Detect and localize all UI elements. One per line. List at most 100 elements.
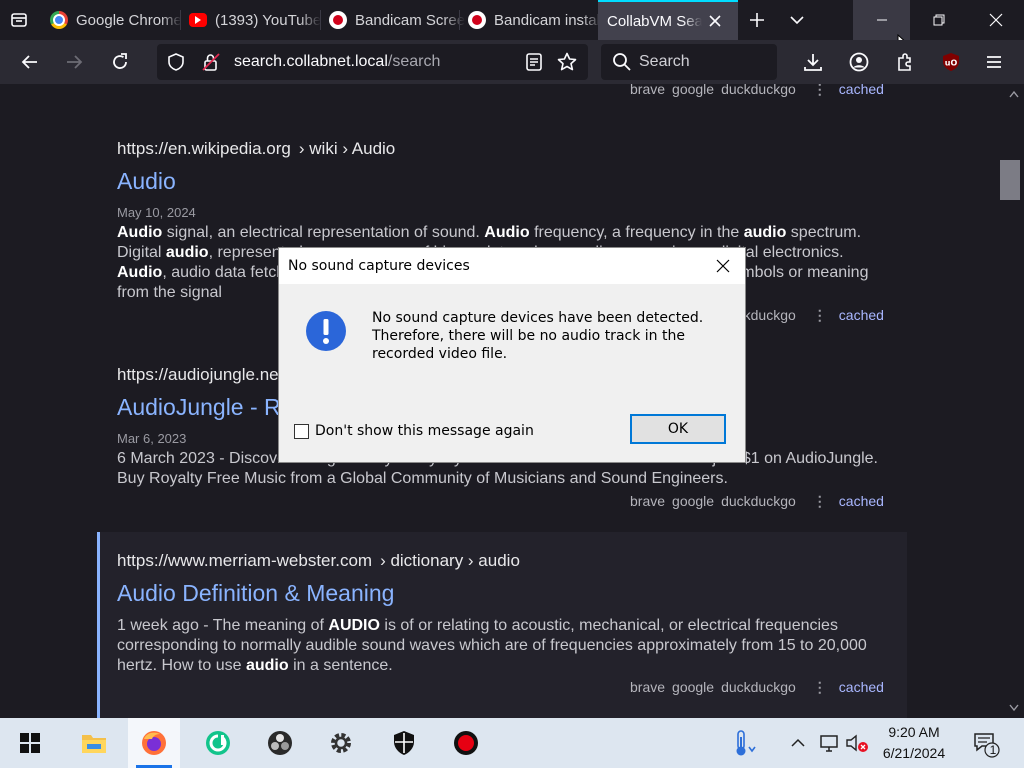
svg-text:uO: uO [945,59,958,68]
windows-taskbar: 9:20 AM 6/21/2024 1 [0,718,1024,768]
youtube-icon [189,13,207,27]
close-icon [989,13,1002,27]
source-google-link[interactable]: google [672,679,714,695]
search-bar[interactable]: Search [601,44,777,80]
chrome-icon [50,11,68,29]
result-url[interactable]: https://www.merriam-webster.com › diction… [117,551,897,571]
navigation-toolbar: search.collabnet.local/search Search uO [0,40,1024,84]
reader-view-icon[interactable] [524,52,544,77]
source-duckduckgo-link[interactable]: duckduckgo [721,679,796,695]
source-brave-link[interactable]: brave [630,679,665,695]
more-options-icon[interactable]: ⋮ [813,679,827,695]
cached-link[interactable]: cached [839,493,884,509]
source-duckduckgo-link[interactable]: duckduckgo [721,493,796,509]
result-title-link[interactable]: Audio [117,168,897,195]
info-exclamation-icon [306,311,346,351]
insecure-lock-icon[interactable] [201,52,221,77]
source-brave-link[interactable]: brave [630,493,665,509]
downloads-icon[interactable] [799,48,827,76]
dont-show-again-checkbox[interactable]: Don't show this message again [294,423,534,439]
firefox-icon [142,731,166,755]
tab-strip: Google Chrome (1393) YouTube Bandicam Sc… [0,0,1024,54]
result-source-links: brave google duckduckgo ⋮ cached [630,84,891,98]
source-google-link[interactable]: google [672,84,714,97]
search-icon [612,52,632,77]
result-source-links: brave google duckduckgo ⋮ cached [630,493,891,510]
taskbar-bandicam[interactable] [440,718,492,768]
more-options-icon[interactable]: ⋮ [813,84,827,97]
checkbox-label: Don't show this message again [315,423,534,439]
notification-count: 1 [989,743,997,757]
tab-youtube[interactable]: (1393) YouTube [181,0,325,40]
file-explorer-icon [82,735,106,753]
address-bar[interactable]: search.collabnet.local/search [157,44,588,80]
taskbar-obs[interactable] [254,718,306,768]
extensions-icon[interactable] [891,48,919,76]
source-google-link[interactable]: google [672,493,714,509]
obs-icon [268,731,292,755]
taskbar-app-d[interactable] [192,718,244,768]
cached-link[interactable]: cached [839,307,884,323]
checkbox-box[interactable] [294,423,309,439]
tab-google-chrome[interactable]: Google Chrome [42,0,186,40]
forward-button[interactable] [60,48,88,76]
close-tab-icon[interactable] [708,14,722,28]
show-hidden-icons-button[interactable] [786,718,810,768]
window-restore-button[interactable] [910,0,967,40]
bandicam-icon [468,11,486,29]
start-icon [20,733,40,753]
source-duckduckgo-link[interactable]: duckduckgo [721,84,796,97]
more-options-icon[interactable]: ⋮ [813,307,827,323]
cached-link[interactable]: cached [839,679,884,695]
url-text[interactable]: search.collabnet.local/search [234,53,440,71]
hamburger-menu-icon[interactable] [980,48,1008,76]
result-date: May 10, 2024 [117,205,196,220]
scrollbar-thumb[interactable] [1000,160,1020,200]
start-button[interactable] [4,718,56,768]
dialog-message: No sound capture devices have been detec… [372,310,704,362]
taskbar-clock[interactable]: 9:20 AM 6/21/2024 [866,722,962,764]
account-icon[interactable] [845,48,873,76]
bookmark-star-icon[interactable] [557,52,577,77]
clock-date: 6/21/2024 [882,745,946,761]
network-icon [820,735,838,752]
tray-network[interactable] [816,718,842,768]
taskbar-file-explorer[interactable] [68,718,120,768]
tracking-protection-shield-icon[interactable] [167,53,185,76]
tab-bandicam-screen[interactable]: Bandicam Screen [321,0,465,40]
minimize-icon [876,19,887,21]
dialog-title: No sound capture devices [288,258,470,274]
search-result: https://www.merriam-webster.com › diction… [117,551,897,676]
more-options-icon[interactable]: ⋮ [813,493,827,509]
back-button[interactable] [16,48,44,76]
dialog-close-button[interactable] [709,254,737,278]
reload-button[interactable] [106,48,134,76]
bandicam-record-icon [454,731,478,755]
scroll-down-icon[interactable] [1009,704,1019,712]
action-center-button[interactable]: 1 [968,718,1002,768]
taskbar-windows-security[interactable] [378,718,430,768]
tab-overview-icon[interactable] [6,8,32,32]
cached-link[interactable]: cached [839,84,884,97]
list-all-tabs-icon[interactable] [784,8,810,32]
new-tab-icon[interactable] [744,8,770,32]
tab-bandicam-install[interactable]: Bandicam install [460,0,604,40]
scroll-up-icon[interactable] [1009,90,1019,98]
window-close-button[interactable] [967,0,1024,40]
dialog-titlebar[interactable]: No sound capture devices [279,248,745,284]
forward-arrow-icon [67,55,83,69]
taskbar-firefox[interactable] [128,718,180,768]
thermometer-icon [736,730,756,756]
tab-collabvm-search[interactable]: CollabVM Search [598,0,738,40]
result-source-links: brave google duckduckgo ⋮ cached [630,679,891,696]
ublock-origin-icon[interactable]: uO [937,48,965,76]
result-title-link[interactable]: Audio Definition & Meaning [117,580,897,607]
ok-button[interactable]: OK [630,414,726,444]
tray-temperature[interactable] [728,718,760,768]
source-brave-link[interactable]: brave [630,84,665,97]
result-url[interactable]: https://en.wikipedia.org › wiki › Audio [117,139,897,159]
search-placeholder: Search [639,53,690,70]
taskbar-settings[interactable] [315,718,367,768]
close-icon [716,259,730,273]
result-snippet: 1 week ago - The meaning of AUDIO is of … [117,617,867,674]
